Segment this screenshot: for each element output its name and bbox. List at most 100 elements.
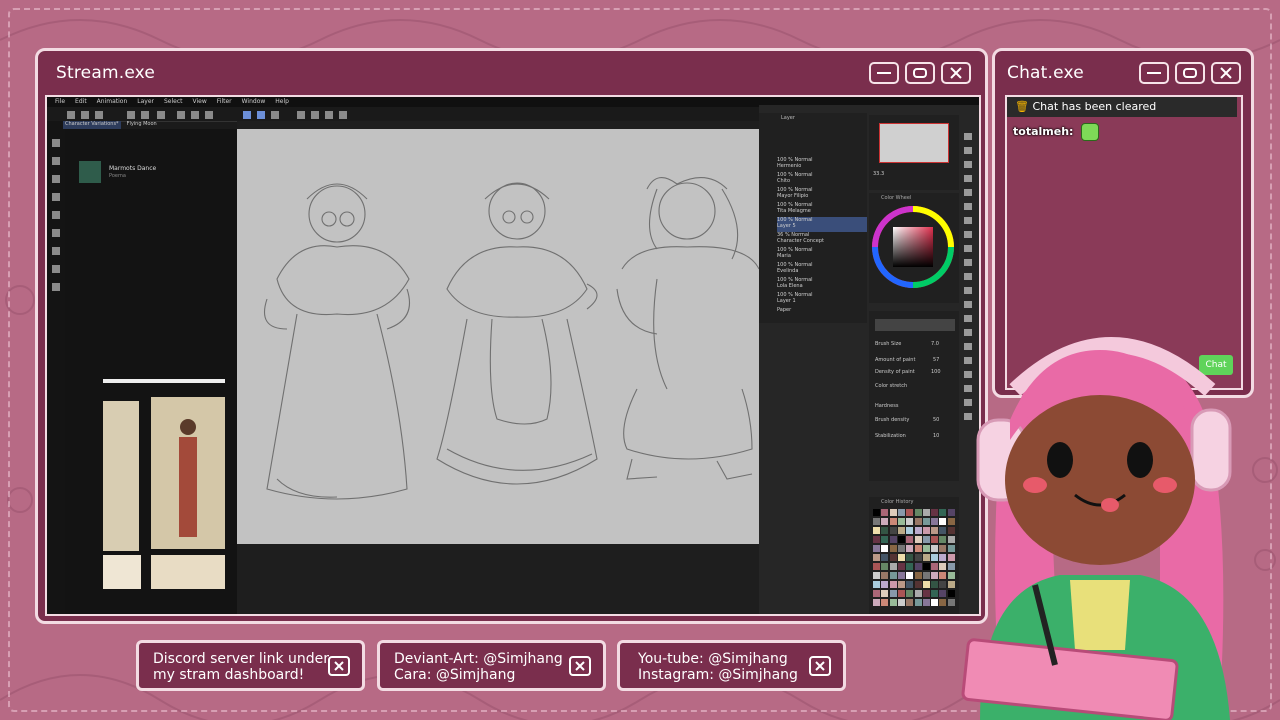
color-swatch[interactable] [897, 599, 905, 606]
color-swatch[interactable] [881, 581, 889, 588]
color-swatch[interactable] [939, 554, 947, 561]
minimize-button[interactable] [1139, 62, 1169, 84]
color-swatch[interactable] [947, 536, 955, 543]
navigator-zoom[interactable]: 33.3 [873, 171, 884, 177]
color-swatch[interactable] [906, 518, 914, 525]
color-swatch[interactable] [947, 599, 955, 606]
layer-row[interactable]: 100 % Normal Maria [777, 247, 867, 262]
color-swatch[interactable] [889, 554, 897, 561]
close-button[interactable] [1211, 62, 1241, 84]
layer-row[interactable]: 100 % Normal Chito [777, 172, 867, 187]
color-swatch[interactable] [873, 509, 880, 516]
minimize-button[interactable] [869, 62, 899, 84]
color-swatch[interactable] [939, 590, 947, 597]
color-swatch[interactable] [889, 563, 897, 570]
color-swatch[interactable] [947, 563, 955, 570]
color-swatch[interactable] [906, 572, 914, 579]
color-swatch[interactable] [914, 518, 922, 525]
color-swatch[interactable] [947, 554, 955, 561]
color-swatch[interactable] [897, 590, 905, 597]
color-swatch[interactable] [931, 554, 939, 561]
color-wheel[interactable] [869, 203, 959, 303]
color-swatch[interactable] [881, 518, 889, 525]
color-swatch[interactable] [906, 527, 914, 534]
menu-item[interactable]: View [193, 97, 207, 107]
density-value[interactable]: 100 [931, 369, 941, 375]
color-swatch[interactable] [889, 590, 897, 597]
color-swatch[interactable] [906, 581, 914, 588]
stabilization-value[interactable]: 10 [933, 433, 939, 439]
layer-row[interactable]: 100 % Normal Hermenio [777, 157, 867, 172]
menu-item[interactable]: File [55, 97, 65, 107]
color-swatch[interactable] [897, 572, 905, 579]
color-swatch[interactable] [889, 599, 897, 606]
color-swatch[interactable] [897, 518, 905, 525]
color-swatch[interactable] [881, 554, 889, 561]
color-swatch[interactable] [881, 590, 889, 597]
color-swatch[interactable] [873, 563, 880, 570]
color-swatch[interactable] [873, 518, 880, 525]
layer-row-selected[interactable]: 100 % Normal Layer 5 [777, 217, 867, 232]
menu-item[interactable]: Help [275, 97, 289, 107]
color-swatch[interactable] [931, 563, 939, 570]
color-swatch[interactable] [947, 545, 955, 552]
color-swatch[interactable] [931, 545, 939, 552]
color-swatch[interactable] [947, 509, 955, 516]
color-swatch[interactable] [922, 599, 930, 606]
menu-item[interactable]: Select [164, 97, 183, 107]
color-swatch[interactable] [939, 527, 947, 534]
layer-row[interactable]: 36 % Normal Character Concept [777, 232, 867, 247]
color-swatch[interactable] [889, 527, 897, 534]
layer-row[interactable]: 100 % Normal Lola Elena [777, 277, 867, 292]
color-swatch[interactable] [889, 509, 897, 516]
chat-username[interactable]: totalmeh: [1013, 125, 1073, 138]
color-swatch[interactable] [881, 572, 889, 579]
color-swatch[interactable] [873, 599, 880, 606]
tab-character-variations[interactable]: Character Variations* [63, 121, 121, 129]
color-swatch[interactable] [889, 581, 897, 588]
color-swatch[interactable] [939, 545, 947, 552]
color-swatch[interactable] [922, 590, 930, 597]
color-swatch[interactable] [922, 572, 930, 579]
color-swatch[interactable] [922, 554, 930, 561]
color-swatch[interactable] [881, 527, 889, 534]
color-swatch[interactable] [873, 581, 880, 588]
color-swatch[interactable] [914, 599, 922, 606]
color-swatch[interactable] [873, 572, 880, 579]
color-swatch[interactable] [939, 599, 947, 606]
layer-row[interactable]: Paper [777, 307, 867, 322]
color-swatch[interactable] [939, 581, 947, 588]
color-swatch[interactable] [873, 545, 880, 552]
menu-item[interactable]: Layer [137, 97, 154, 107]
color-swatch[interactable] [897, 509, 905, 516]
color-swatch[interactable] [906, 599, 914, 606]
color-swatch[interactable] [889, 536, 897, 543]
color-swatch[interactable] [939, 518, 947, 525]
amount-value[interactable]: 57 [933, 357, 939, 363]
color-swatch[interactable] [922, 527, 930, 534]
menu-item[interactable]: Edit [75, 97, 87, 107]
color-swatch[interactable] [906, 509, 914, 516]
color-swatch[interactable] [889, 572, 897, 579]
color-swatch[interactable] [947, 572, 955, 579]
color-swatch[interactable] [906, 554, 914, 561]
layer-row[interactable]: 100 % Normal Layer 1 [777, 292, 867, 307]
color-swatch[interactable] [897, 527, 905, 534]
color-swatch[interactable] [931, 581, 939, 588]
color-swatch[interactable] [931, 590, 939, 597]
layer-row[interactable]: 100 % Normal Mayor Filipio [777, 187, 867, 202]
menu-item[interactable]: Window [242, 97, 266, 107]
color-swatch[interactable] [889, 545, 897, 552]
color-swatch[interactable] [881, 599, 889, 606]
color-swatch[interactable] [939, 509, 947, 516]
maximize-button[interactable] [1175, 62, 1205, 84]
color-swatch[interactable] [881, 536, 889, 543]
banner-close-button[interactable] [809, 656, 831, 676]
color-swatch[interactable] [947, 518, 955, 525]
color-swatch[interactable] [922, 581, 930, 588]
color-swatch[interactable] [947, 527, 955, 534]
layer-row[interactable]: 100 % Normal Evelinda [777, 262, 867, 277]
color-swatch[interactable] [914, 581, 922, 588]
drawing-canvas[interactable] [237, 129, 760, 544]
color-swatch[interactable] [906, 563, 914, 570]
